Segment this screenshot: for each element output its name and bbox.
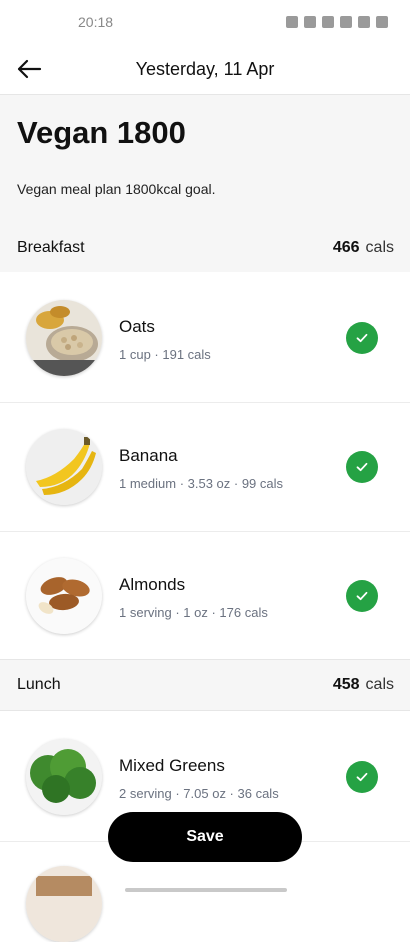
back-arrow-icon[interactable] bbox=[14, 54, 44, 84]
breakfast-calories: 466 cals bbox=[333, 239, 394, 257]
food-meta: 1 medium · 3.53 oz · 99 cals bbox=[119, 476, 284, 491]
plan-title: Vegan 1800 bbox=[17, 115, 186, 150]
food-row-oats[interactable]: Oats 1 cup · 191 cals bbox=[0, 274, 410, 403]
save-button[interactable]: Save bbox=[108, 812, 302, 862]
greens-image bbox=[26, 739, 102, 815]
next-food-image bbox=[26, 866, 102, 942]
plan-description: Vegan meal plan 1800kcal goal. bbox=[17, 181, 216, 197]
status-bar: 20:18 bbox=[0, 0, 410, 44]
breakfast-cals-value: 466 bbox=[332, 239, 360, 256]
home-indicator bbox=[125, 888, 287, 892]
date-title[interactable]: Yesterday, 11 Apr bbox=[0, 59, 410, 80]
status-time: 20:18 bbox=[78, 14, 114, 30]
food-meta: 1 cup · 191 cals bbox=[119, 347, 211, 362]
oats-image bbox=[26, 300, 102, 376]
wifi-icon bbox=[322, 16, 334, 28]
notification-icon bbox=[304, 16, 316, 28]
lunch-label: Lunch bbox=[17, 676, 61, 693]
battery-icon bbox=[376, 16, 388, 28]
food-name: Oats bbox=[119, 317, 155, 336]
food-row-banana[interactable]: Banana 1 medium · 3.53 oz · 99 cals bbox=[0, 403, 410, 532]
breakfast-cals-unit: cals bbox=[365, 239, 394, 256]
alarm-icon bbox=[286, 16, 298, 28]
food-name: Mixed Greens bbox=[119, 756, 225, 775]
checkmark-icon[interactable] bbox=[346, 580, 378, 612]
top-header: Yesterday, 11 Apr bbox=[0, 44, 410, 95]
food-name: Almonds bbox=[119, 575, 186, 594]
almonds-image bbox=[26, 558, 102, 634]
checkmark-icon[interactable] bbox=[346, 451, 378, 483]
lunch-cals-value: 458 bbox=[332, 676, 360, 693]
checkmark-icon[interactable] bbox=[346, 761, 378, 793]
status-icons bbox=[286, 16, 388, 28]
food-row-almonds[interactable]: Almonds 1 serving · 1 oz · 176 cals bbox=[0, 532, 410, 661]
breakfast-label: Breakfast bbox=[17, 239, 85, 256]
signal-icon bbox=[340, 16, 352, 28]
banana-image bbox=[26, 429, 102, 505]
breakfast-section-header: Breakfast 466 cals bbox=[0, 229, 410, 267]
food-meta: 1 serving · 1 oz · 176 cals bbox=[119, 605, 268, 620]
lunch-cals-unit: cals bbox=[365, 676, 394, 693]
food-name: Banana bbox=[119, 446, 178, 465]
food-meta: 2 serving · 7.05 oz · 36 cals bbox=[119, 786, 279, 801]
lunch-section-header: Lunch 458 cals bbox=[0, 659, 410, 711]
signal-icon-2 bbox=[358, 16, 370, 28]
lunch-calories: 458 cals bbox=[333, 676, 394, 694]
checkmark-icon[interactable] bbox=[346, 322, 378, 354]
